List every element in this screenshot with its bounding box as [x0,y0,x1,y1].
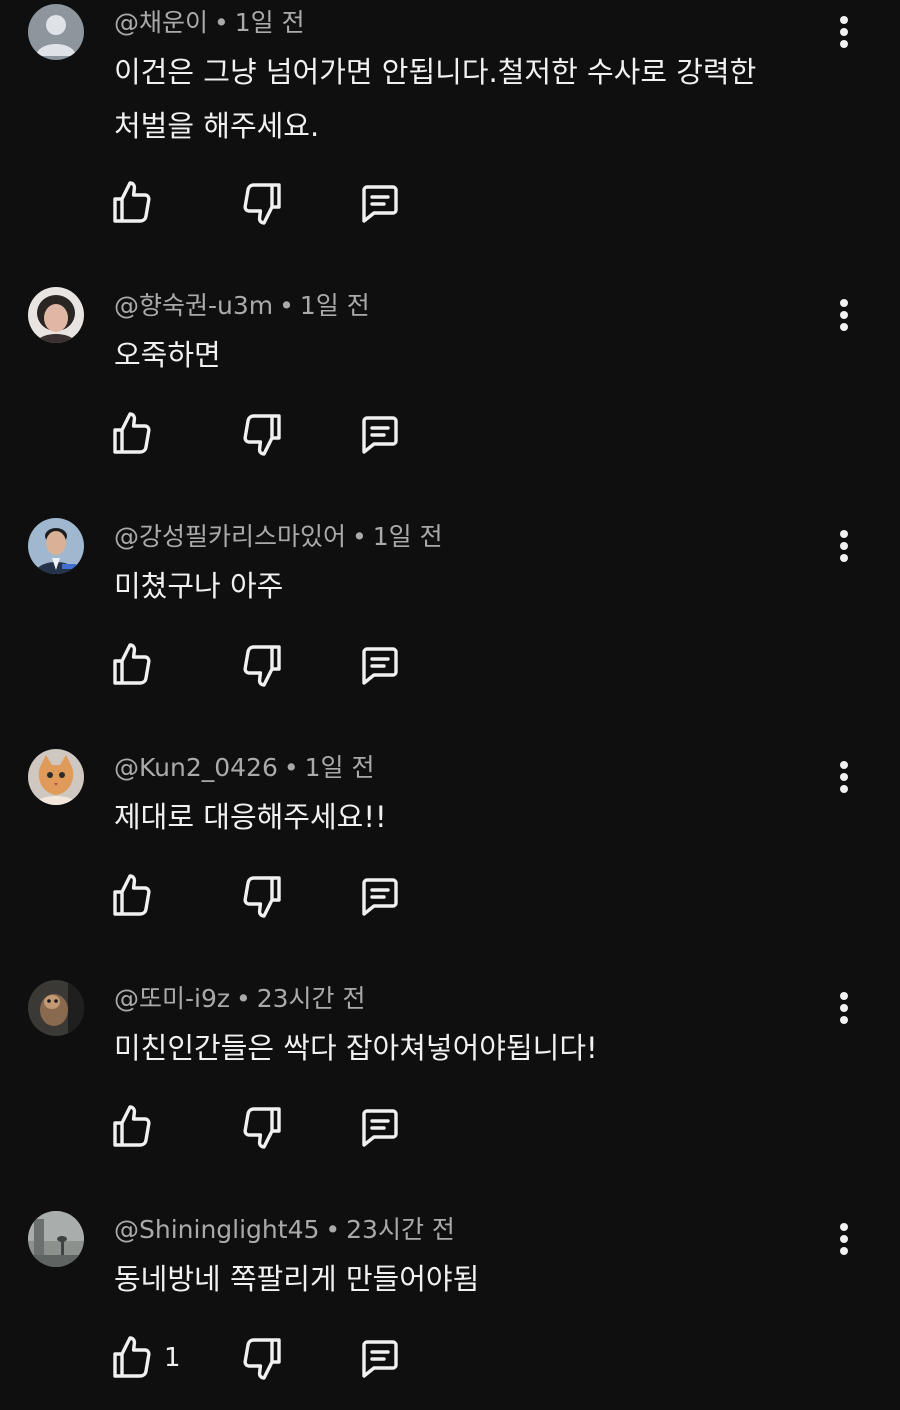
like-button[interactable]: 1 [108,1334,181,1382]
reply-button[interactable] [356,179,404,227]
dislike-button[interactable] [238,872,286,920]
comment-meta: @Shininglight45 • 23시간 전 [114,1213,455,1247]
thumb-down-outline-icon [243,183,281,225]
comment-reply-icon [362,1109,398,1147]
comment-time[interactable]: 1일 전 [235,8,305,37]
comment-reply-icon [362,647,398,685]
dislike-button[interactable] [238,410,286,458]
more-vertical-icon [840,299,848,331]
thumb-up-outline-icon [113,181,151,223]
comment-meta: @또미-i9z • 23시간 전 [114,982,366,1016]
like-button[interactable] [108,641,164,689]
reply-button[interactable] [356,410,404,458]
comment-text-line: 오죽하면 [114,338,221,372]
comment-text: 미쳤구나 아주 [114,559,814,613]
comment-actions [108,410,428,458]
avatar[interactable] [28,1211,84,1267]
thumb-down-outline-icon [243,414,281,456]
comment-text: 제대로 대응해주세요!! [114,790,814,844]
more-vertical-icon [840,1223,848,1255]
more-actions-button[interactable] [828,526,860,566]
avatar[interactable] [28,980,84,1036]
more-vertical-icon [840,992,848,1024]
comment-reply-icon [362,878,398,916]
comment-meta: @Kun2_0426 • 1일 전 [114,751,374,785]
dislike-button[interactable] [238,1334,286,1382]
comment-actions: 1 [108,1334,428,1382]
like-count: 1 [164,1343,181,1373]
thumb-down-outline-icon [243,1338,281,1380]
more-actions-button[interactable] [828,757,860,797]
thumb-down-outline-icon [243,876,281,918]
thumb-up-outline-icon [113,643,151,685]
reply-button[interactable] [356,1334,404,1382]
thumb-up-outline-icon [113,874,151,916]
thumb-up-outline-icon [113,1336,151,1378]
like-button[interactable] [108,872,164,920]
thumb-up-outline-icon [113,1105,151,1147]
comment-author[interactable]: @Kun2_0426 [114,753,278,782]
like-button[interactable] [108,410,164,458]
comment-meta: @채운이 • 1일 전 [114,6,305,40]
meta-separator: • [236,984,251,1013]
meta-separator: • [279,291,294,320]
comment-text: 이건은 그냥 넘어가면 안됩니다.철저한 수사로 강력한 처벌을 해주세요. [114,45,814,153]
more-actions-button[interactable] [828,295,860,335]
comment-text-line: 이건은 그냥 넘어가면 안됩니다.철저한 수사로 강력한 [114,55,757,89]
thumb-up-outline-icon [113,412,151,454]
comment-text-line: 미쳤구나 아주 [114,569,284,603]
more-actions-button[interactable] [828,12,860,52]
comment-actions [108,1103,428,1151]
avatar[interactable] [28,749,84,805]
dislike-button[interactable] [238,1103,286,1151]
thumb-down-outline-icon [243,1107,281,1149]
comment-text: 동네방네 쪽팔리게 만들어야됨 [114,1252,814,1306]
like-button[interactable] [108,1103,164,1151]
more-vertical-icon [840,530,848,562]
comment-time[interactable]: 1일 전 [373,522,443,551]
comment-author[interactable]: @Shininglight45 [114,1215,319,1244]
comment-meta: @강성필카리스마있어 • 1일 전 [114,520,443,554]
more-actions-button[interactable] [828,1219,860,1259]
comment-text: 오죽하면 [114,328,814,382]
reply-button[interactable] [356,641,404,689]
comment-author[interactable]: @채운이 [114,8,208,37]
comment-time[interactable]: 23시간 전 [346,1215,455,1244]
dislike-button[interactable] [238,179,286,227]
comment-text-line: 제대로 대응해주세요!! [114,800,387,834]
comment-time[interactable]: 23시간 전 [257,984,366,1013]
comment-actions [108,641,428,689]
meta-separator: • [283,753,299,782]
more-vertical-icon [840,761,848,793]
comment-author[interactable]: @강성필카리스마있어 [114,522,346,551]
avatar[interactable] [28,518,84,574]
comment-text: 미친인간들은 싹다 잡아쳐넣어야됩니다! [114,1021,814,1075]
comment-text-line: 미친인간들은 싹다 잡아쳐넣어야됩니다! [114,1031,598,1065]
comment-text-line: 동네방네 쪽팔리게 만들어야됨 [114,1262,480,1296]
avatar-default[interactable] [28,4,84,60]
comment-author[interactable]: @또미-i9z [114,984,230,1013]
meta-separator: • [325,1215,341,1244]
comment-text-line: 처벌을 해주세요. [114,109,320,143]
comment-time[interactable]: 1일 전 [300,291,370,320]
comment-actions [108,179,428,227]
dislike-button[interactable] [238,641,286,689]
reply-button[interactable] [356,872,404,920]
thumb-down-outline-icon [243,645,281,687]
meta-separator: • [352,522,367,551]
meta-separator: • [214,8,229,37]
comment-reply-icon [362,185,398,223]
comment-reply-icon [362,1340,398,1378]
reply-button[interactable] [356,1103,404,1151]
avatar[interactable] [28,287,84,343]
comment-reply-icon [362,416,398,454]
more-actions-button[interactable] [828,988,860,1028]
comment-actions [108,872,428,920]
comment-meta: @향숙권-u3m • 1일 전 [114,289,370,323]
comment-time[interactable]: 1일 전 [305,753,375,782]
more-vertical-icon [840,16,848,48]
comment-author[interactable]: @향숙권-u3m [114,291,273,320]
like-button[interactable] [108,179,164,227]
